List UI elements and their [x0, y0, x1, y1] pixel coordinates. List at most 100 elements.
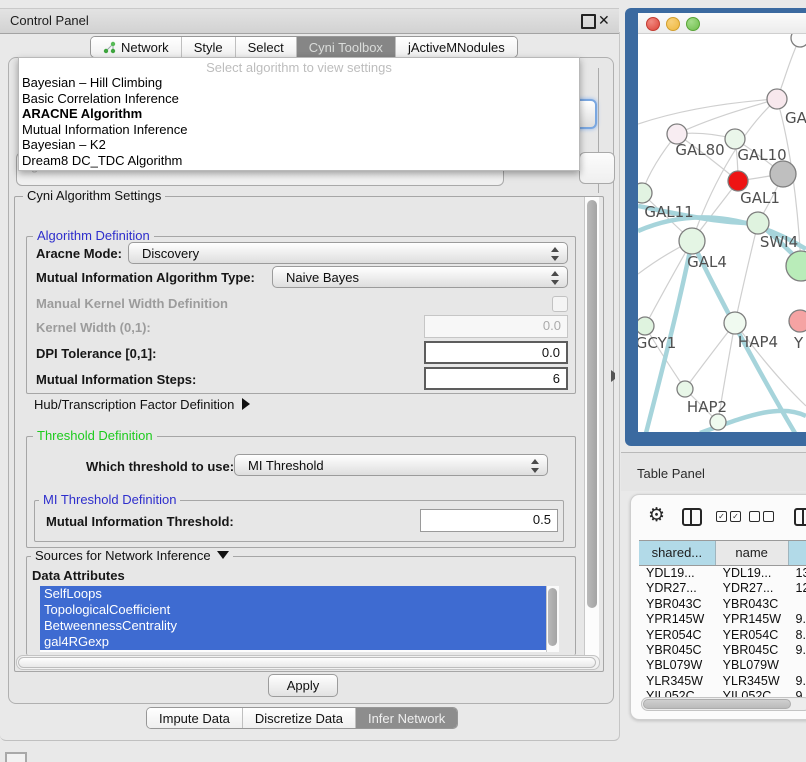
spinner-arrows-icon: [550, 247, 559, 261]
tab-style[interactable]: Style: [182, 37, 236, 57]
mi-steps-field[interactable]: 6: [424, 367, 568, 390]
network-node[interactable]: [770, 161, 796, 187]
table-cell: YBR043C: [716, 596, 789, 611]
network-node-label: GAL80: [675, 141, 724, 159]
network-node[interactable]: [789, 310, 806, 332]
close-icon[interactable]: ✕: [598, 12, 610, 29]
tab-discretize-data[interactable]: Discretize Data: [243, 708, 356, 728]
network-node[interactable]: [724, 312, 746, 334]
select-checked-icon[interactable]: ✓: [730, 511, 741, 522]
table-cell: YDL19...: [716, 565, 789, 580]
tab-select[interactable]: Select: [236, 37, 297, 57]
aracne-mode-combobox[interactable]: Discovery: [128, 242, 568, 264]
tab-cyni-toolbox[interactable]: Cyni Toolbox: [297, 37, 396, 57]
algorithm-option[interactable]: ARACNE Algorithm: [22, 106, 576, 122]
table-cell: YPR145W: [639, 611, 716, 626]
tab-label: Network: [121, 40, 169, 55]
table-row[interactable]: YDR27...YDR27...12: [639, 580, 806, 595]
zoom-traffic-light-icon[interactable]: [686, 17, 700, 31]
data-attribute-item[interactable]: TopologicalCoefficient: [40, 602, 546, 618]
mi-threshold-field[interactable]: 0.5: [420, 509, 558, 532]
algorithm-option[interactable]: Dream8 DC_TDC Algorithm: [22, 153, 576, 169]
network-node-label: HAP2: [687, 398, 727, 416]
table-header-row: shared...name: [639, 540, 806, 566]
settings-vertical-scrollbar[interactable]: [584, 197, 599, 658]
network-node-label: Y: [793, 334, 804, 352]
network-node[interactable]: [791, 34, 806, 47]
table-cell: YBL079W: [639, 657, 716, 672]
tab-network[interactable]: Network: [91, 37, 182, 57]
settings-horizontal-scrollbar[interactable]: [16, 655, 600, 670]
cyni-algorithm-settings-title: Cyni Algorithm Settings: [23, 188, 165, 203]
table-horizontal-scrollbar[interactable]: [641, 697, 806, 711]
network-node[interactable]: [679, 228, 705, 254]
network-node[interactable]: [786, 251, 806, 281]
kernel-width-field[interactable]: 0.0: [424, 315, 568, 338]
network-node[interactable]: [767, 89, 787, 109]
network-node[interactable]: [728, 171, 748, 191]
column-header[interactable]: shared...: [639, 541, 716, 565]
network-edge[interactable]: [685, 323, 735, 389]
dpi-tolerance-field[interactable]: 0.0: [424, 341, 568, 364]
algorithm-dropdown: Select algorithm to view settings Bayesi…: [18, 57, 580, 171]
mi-algorithm-type-value: Naive Bayes: [286, 270, 359, 285]
which-threshold-label: Which threshold to use:: [86, 459, 234, 474]
tab-jactivemnodules[interactable]: jActiveMNodules: [396, 37, 517, 57]
select-checked-icon[interactable]: ✓: [716, 511, 727, 522]
table-row[interactable]: YDL19...YDL19...13: [639, 565, 806, 580]
network-node[interactable]: [710, 414, 726, 430]
data-attributes-list: SelfLoopsTopologicalCoefficientBetweenne…: [40, 586, 546, 652]
network-view-titlebar[interactable]: [638, 13, 806, 34]
network-node[interactable]: [638, 183, 652, 203]
application-window: Control Panel ✕ NetworkStyleSelectCyni T…: [0, 0, 806, 762]
minimize-traffic-light-icon[interactable]: [666, 17, 680, 31]
table-row[interactable]: YER054CYER054C8.: [639, 627, 806, 642]
data-attribute-item[interactable]: gal4RGexp: [40, 634, 546, 650]
table-row[interactable]: YLR345WYLR345W9.: [639, 673, 806, 688]
combobox-fragment[interactable]: [579, 152, 615, 184]
column-header[interactable]: [789, 541, 806, 565]
mi-algorithm-type-combobox[interactable]: Naive Bayes: [272, 266, 568, 288]
floating-palette-button[interactable]: [5, 752, 27, 762]
sources-title: Sources for Network Inference: [31, 548, 233, 563]
network-icon: [103, 41, 116, 54]
deselect-unchecked-icon[interactable]: [749, 511, 760, 522]
hub-definition-expander[interactable]: Hub/Transcription Factor Definition: [34, 397, 250, 412]
splitpane-handle-icon[interactable]: [611, 370, 619, 382]
table-row[interactable]: YIL052CYIL052C9: [639, 688, 806, 697]
gear-icon[interactable]: ⚙: [648, 504, 665, 527]
table-row[interactable]: YBR045CYBR045C9.: [639, 642, 806, 657]
split-columns-icon[interactable]: [682, 508, 702, 526]
table-cell: 9.: [789, 642, 806, 657]
table-cell: YDL19...: [639, 565, 716, 580]
network-node[interactable]: [677, 381, 693, 397]
tab-impute-data[interactable]: Impute Data: [147, 708, 243, 728]
table-options-icon[interactable]: [794, 508, 806, 526]
mi-threshold-definition-title: MI Threshold Definition: [39, 492, 180, 507]
apply-button[interactable]: Apply: [268, 674, 338, 697]
network-edge[interactable]: [735, 223, 758, 323]
network-canvas[interactable]: GALGAL80GAL10GAL1GAL11SWI4GAL4GCY1HAP4YH…: [638, 34, 806, 432]
data-attribute-item[interactable]: SelfLoops: [40, 586, 546, 602]
close-traffic-light-icon[interactable]: [646, 17, 660, 31]
float-window-icon[interactable]: [581, 14, 596, 29]
table-cell: YER054C: [716, 627, 789, 642]
which-threshold-combobox[interactable]: MI Threshold: [234, 454, 548, 476]
manual-kernel-width-checkbox[interactable]: [552, 296, 568, 312]
deselect-unchecked-icon[interactable]: [763, 511, 774, 522]
network-node[interactable]: [747, 212, 769, 234]
column-header[interactable]: name: [716, 541, 789, 565]
tab-infer-network[interactable]: Infer Network: [356, 708, 457, 728]
algorithm-option[interactable]: Bayesian – Hill Climbing: [22, 75, 576, 91]
table-row[interactable]: YPR145WYPR145W9.: [639, 611, 806, 626]
algorithm-option[interactable]: Bayesian – K2: [22, 137, 576, 153]
network-node[interactable]: [638, 317, 654, 335]
attributes-scrollbar[interactable]: [546, 586, 559, 652]
table-row[interactable]: YBL079WYBL079W: [639, 657, 806, 672]
algorithm-option[interactable]: Mutual Information Inference: [22, 122, 576, 138]
table-row[interactable]: YBR043CYBR043C: [639, 596, 806, 611]
data-attribute-item[interactable]: BetweennessCentrality: [40, 618, 546, 634]
tab-label: Cyni Toolbox: [309, 40, 383, 55]
table-cell: [789, 596, 806, 611]
algorithm-option[interactable]: Basic Correlation Inference: [22, 91, 576, 107]
